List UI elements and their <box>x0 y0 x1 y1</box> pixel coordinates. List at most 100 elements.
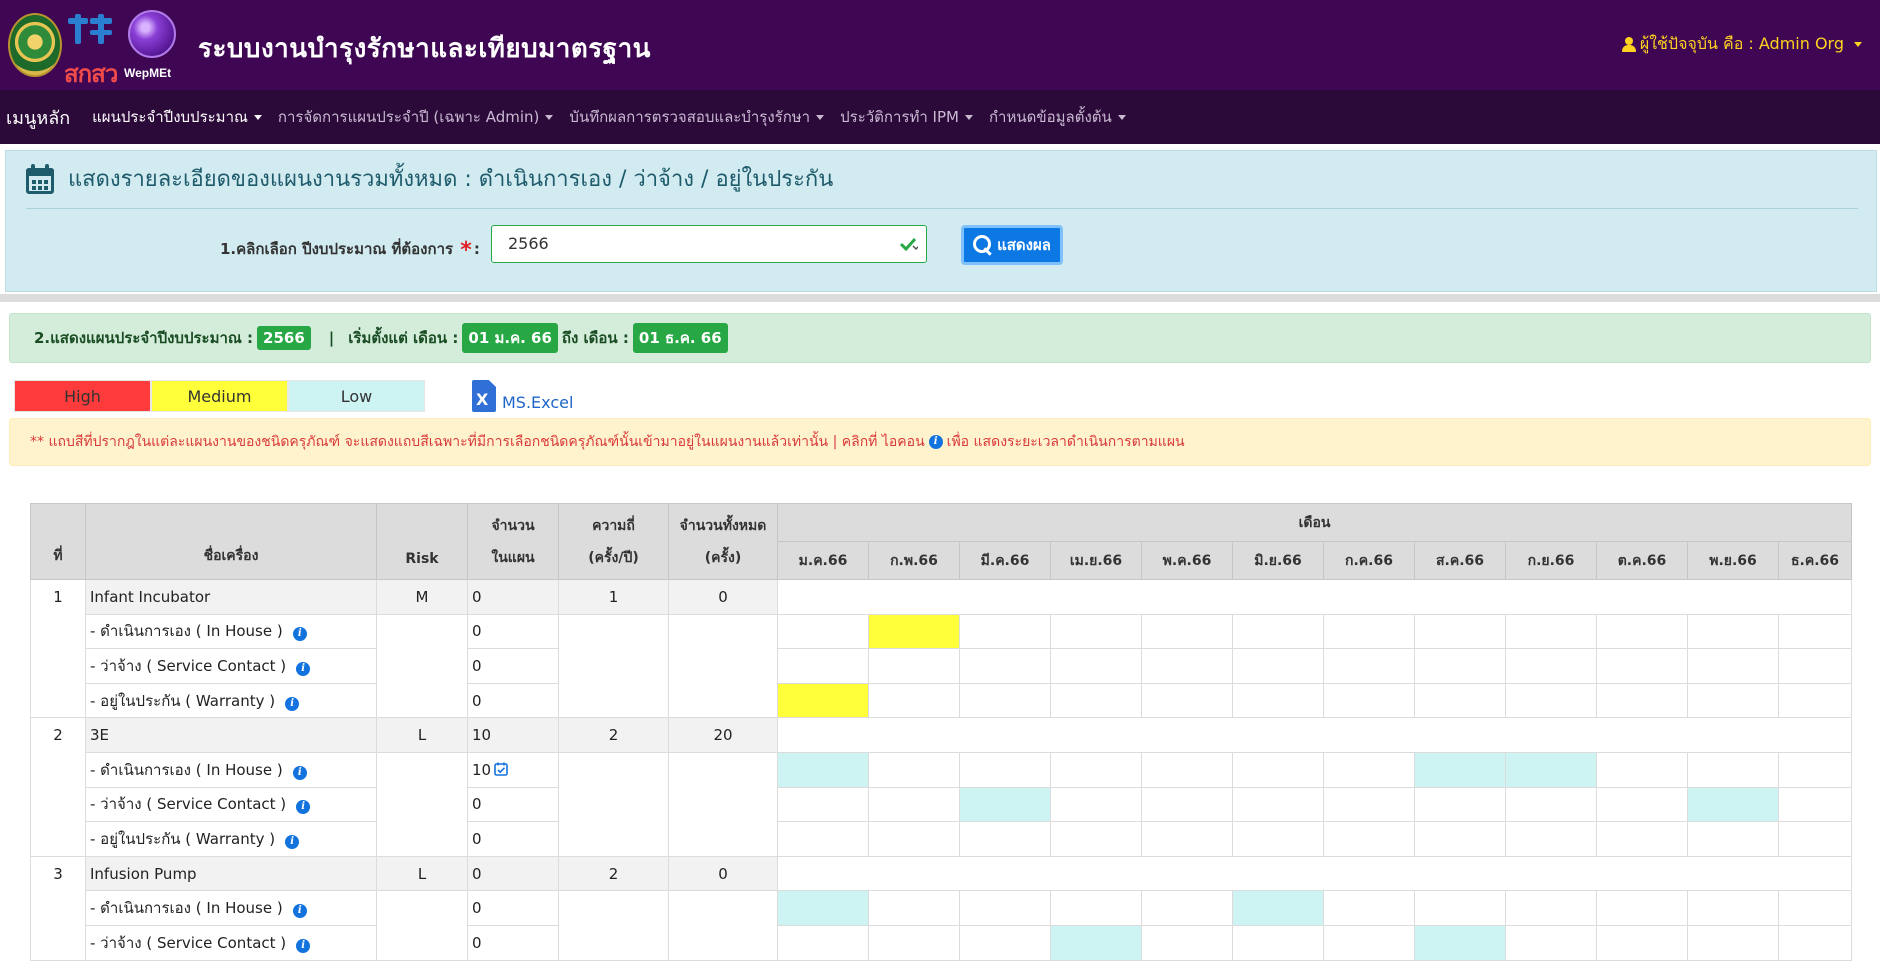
sub-plan-count-value: 0 <box>472 829 482 848</box>
table-row: 3 Infusion Pump L 0 2 0 <box>30 855 1852 961</box>
header-frequency-line1: ความถี่ <box>592 517 635 534</box>
info-icon[interactable]: i <box>296 800 311 815</box>
month-cell <box>959 890 1051 926</box>
sub-plan-count: 0 <box>467 924 559 961</box>
month-cell <box>1414 682 1506 719</box>
month-cell <box>1687 890 1779 926</box>
info-icon[interactable]: i <box>296 661 311 676</box>
device-name: Infant Incubator <box>85 579 377 615</box>
info-icon[interactable]: i <box>292 765 307 780</box>
calendar-check-icon[interactable] <box>494 762 508 776</box>
header-total: จำนวนทั้งหมด (ครั้ง) <box>668 503 778 580</box>
year-label-text: 1.คลิกเลือก ปีงบประมาณ ที่ต้องการ <box>220 240 454 258</box>
risk-legend: High Medium Low <box>14 380 425 412</box>
month-cell <box>959 613 1051 650</box>
month-cell <box>1687 924 1779 961</box>
month-cell <box>1323 821 1415 857</box>
table-row-sub: - ดำเนินการเอง ( In House ) i 0 <box>31 890 1852 961</box>
device-no: 3 <box>30 855 86 961</box>
device-risk: L <box>376 855 468 892</box>
info-icon[interactable]: i <box>285 696 300 711</box>
sub-plan-count: 0 <box>467 890 559 926</box>
legend-low: Low <box>288 380 425 412</box>
header-frequency: ความถี่ (ครั้ง/ปี) <box>558 503 669 580</box>
plan-table: ที่ ชื่อเครื่อง Risk จำนวน ในแผน ความถี่ (… <box>30 503 1852 961</box>
show-results-button[interactable]: แสดงผล <box>961 225 1063 265</box>
device-count: 0 <box>467 855 559 892</box>
month-cell <box>1141 613 1233 650</box>
sub-risk-blank <box>376 613 468 719</box>
month-header: ต.ค.66 <box>1596 541 1688 580</box>
nav-item-annual-plan[interactable]: แผนประจำปีงบประมาณ <box>92 105 262 129</box>
header-total-line1: จำนวนทั้งหมด <box>679 517 767 534</box>
table-row-sub: - ว่าจ้าง ( Service Contact ) i 0 <box>31 648 1852 684</box>
wepmet-logo-text: WepMEt <box>124 66 172 80</box>
sub-plan-label: - ว่าจ้าง ( Service Contact ) i <box>85 924 377 961</box>
sub-plan-count: 10 <box>467 751 559 788</box>
table-row-sub: - ดำเนินการเอง ( In House ) i 0 <box>31 613 1852 719</box>
sub-plan-label: - ว่าจ้าง ( Service Contact ) i <box>85 648 377 684</box>
month-cell <box>1687 648 1779 684</box>
device-risk: L <box>376 717 468 753</box>
export-excel-link[interactable]: X MS.Excel <box>472 380 573 412</box>
user-menu[interactable]: ผู้ใช้ปัจจุบัน คือ : Admin Org <box>1621 32 1862 57</box>
month-cell <box>868 786 960 823</box>
month-header: ส.ค.66 <box>1414 541 1506 580</box>
sub-plan-label-text: - อยู่ในประกัน ( Warranty ) <box>90 691 276 710</box>
year-select[interactable]: 2566 <box>491 225 927 263</box>
calendar-icon <box>26 163 54 194</box>
sub-plan-count: 0 <box>467 682 559 719</box>
timeline-blank <box>777 579 1852 615</box>
required-mark: * <box>460 238 472 263</box>
month-cell <box>1596 786 1688 823</box>
month-cell <box>1323 786 1415 823</box>
month-cell <box>1505 613 1597 650</box>
month-cell <box>1141 924 1233 961</box>
nav-item-plan-admin[interactable]: การจัดการแผนประจำปี (เฉพาะ Admin) <box>278 105 554 129</box>
header-total-line2: (ครั้ง) <box>704 549 742 566</box>
device-count: 10 <box>467 717 559 753</box>
excel-icon: X <box>472 380 496 412</box>
info-icon[interactable]: i <box>285 834 300 849</box>
device-total: 20 <box>668 717 778 753</box>
section-separator <box>0 294 1880 302</box>
sub-plan-count: 0 <box>467 613 559 650</box>
site-title: ระบบงานบำรุงรักษาและเทียบมาตรฐาน <box>198 34 651 64</box>
sub-plan-count-value: 0 <box>472 933 482 952</box>
header-name: ชื่อเครื่อง <box>85 503 377 580</box>
month-cell <box>1778 821 1852 857</box>
info-icon[interactable]: i <box>296 938 311 953</box>
month-cell <box>1778 613 1852 650</box>
month-cell <box>1505 924 1597 961</box>
nav-item-record-results[interactable]: บันทึกผลการตรวจสอบและบำรุงรักษา <box>569 105 825 129</box>
nav-brand[interactable]: เมนูหลัก <box>6 103 70 132</box>
user-icon <box>1621 37 1636 52</box>
month-header: ม.ค.66 <box>777 541 869 580</box>
table-row-sub: - ดำเนินการเอง ( In House ) i 10 <box>31 751 1852 857</box>
month-cell <box>777 613 869 650</box>
sub-frequency-blank <box>558 613 669 719</box>
month-cell <box>1596 751 1688 788</box>
month-cell <box>1141 682 1233 719</box>
month-cell <box>1596 648 1688 684</box>
nav-item-settings[interactable]: กำหนดข้อมูลตั้งต้น <box>989 105 1126 129</box>
month-cell <box>868 648 960 684</box>
year-select-value: 2566 <box>508 234 549 253</box>
sub-plan-count-value: 0 <box>472 899 482 918</box>
info-icon[interactable]: i <box>292 627 307 642</box>
timeline-blank <box>777 717 1852 753</box>
month-cell <box>1414 786 1506 823</box>
nav-item-ipm-history[interactable]: ประวัติการทำ IPM <box>840 105 973 129</box>
device-total: 0 <box>668 579 778 615</box>
chevron-down-icon <box>253 115 262 120</box>
show-button-label: แสดงผล <box>997 236 1051 254</box>
year-select-panel: แสดงรายละเอียดของแผนงานรวมทั้งหมด : ดำเน… <box>5 150 1877 292</box>
month-cell <box>1414 821 1506 857</box>
month-cell <box>1687 613 1779 650</box>
month-cell <box>777 924 869 961</box>
month-header: ธ.ค.66 <box>1778 541 1852 580</box>
header-frequency-line2: (ครั้ง/ปี) <box>588 549 639 566</box>
sub-risk-blank <box>376 890 468 961</box>
month-cell <box>1323 682 1415 719</box>
info-icon[interactable]: i <box>292 904 307 919</box>
